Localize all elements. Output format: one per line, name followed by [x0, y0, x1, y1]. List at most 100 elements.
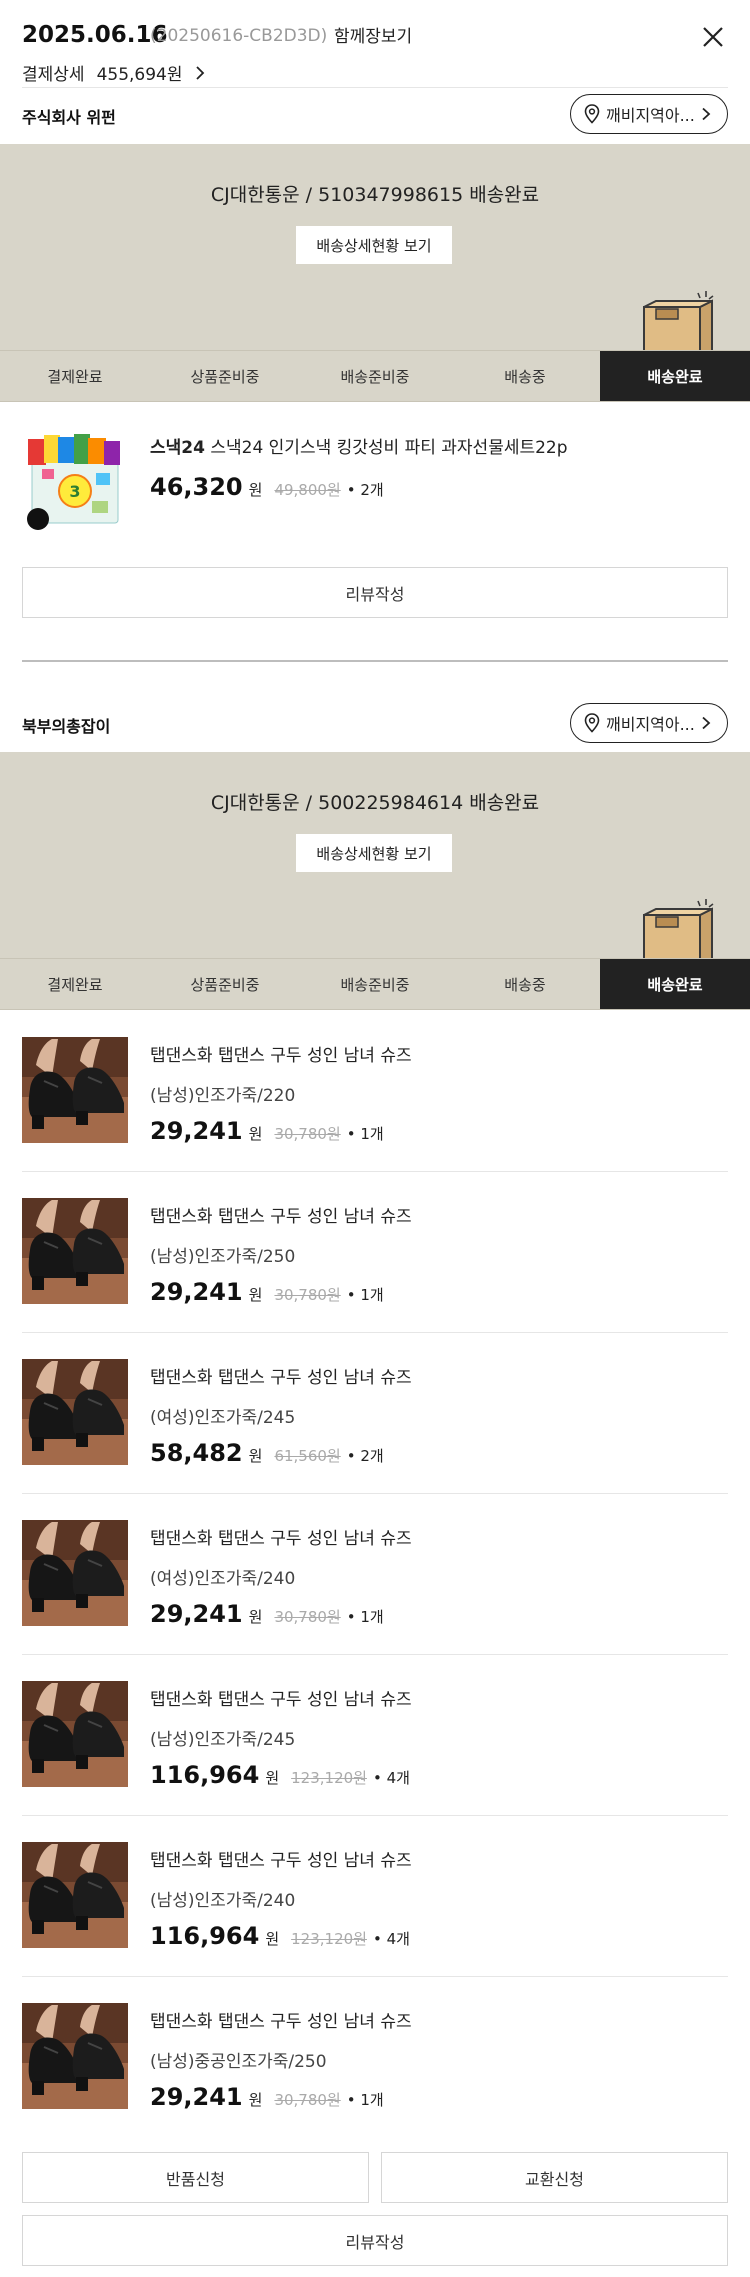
price-unit: 원: [248, 1286, 263, 1304]
product-price: 58,482 원 61,560원 • 2개: [150, 1439, 384, 1467]
product-brand: 스낵24: [150, 438, 205, 458]
product-price: 29,241 원 30,780원 • 1개: [150, 1117, 384, 1145]
close-icon[interactable]: [700, 24, 726, 50]
product-name: 탭댄스화 탭댄스 구두 성인 남녀 슈즈: [150, 1690, 412, 1710]
quantity: • 4개: [372, 1769, 410, 1787]
product-name: 탭댄스화 탭댄스 구두 성인 남녀 슈즈: [150, 1207, 412, 1227]
product-price: 46,320 원 49,800원 • 2개: [150, 473, 384, 501]
group-divider: [22, 660, 728, 662]
seller-name: 주식회사 위펀: [22, 108, 116, 127]
product-name: 탭댄스화 탭댄스 구두 성인 남녀 슈즈: [150, 2012, 412, 2032]
quantity: • 1개: [346, 1125, 384, 1143]
tab-delivered: 배송완료: [600, 351, 750, 401]
delivery-box-icon: [643, 899, 714, 959]
product-option: (남성)인조가죽/220: [150, 1086, 296, 1106]
chevron-right-icon: [195, 65, 204, 80]
price-value: 29,241: [150, 1600, 243, 1628]
delivery-region-button[interactable]: 깨비지역아...: [570, 94, 728, 134]
write-review-button[interactable]: 리뷰작성: [22, 567, 728, 618]
product-option: (여성)인조가죽/245: [150, 1408, 296, 1428]
payment-amount: 455,694원: [96, 65, 183, 85]
header-divider: [22, 87, 728, 88]
order-item[interactable]: 탭댄스화 탭댄스 구두 성인 남녀 슈즈 (남성)인조가죽/240 116,964 원…: [0, 1816, 750, 1977]
tab-payment-complete: 결제완료: [47, 367, 103, 386]
seller-name: 북부의총잡이: [22, 717, 111, 736]
product-title: 스낵24 인기스낵 킹갓성비 파티 과자선물세트22p: [210, 438, 568, 458]
price-value: 46,320: [150, 473, 243, 501]
order-item[interactable]: 3 스낵24 스낵24 인기스낵 킹갓성비 파티 과자선물세트22p 46,32…: [0, 403, 750, 564]
tracking-detail-button[interactable]: 배송상세현황 보기: [296, 226, 452, 264]
seller-row: 북부의총잡이 깨비지역아...: [0, 701, 750, 749]
price-value: 116,964: [150, 1922, 260, 1950]
order-date: 2025.06.16: [22, 22, 168, 48]
order-code: (20250616-CB2D3D): [150, 26, 328, 46]
product-name: 탭댄스화 탭댄스 구두 성인 남녀 슈즈: [150, 1368, 412, 1388]
price-unit: 원: [248, 2091, 263, 2109]
product-price: 29,241 원 30,780원 • 1개: [150, 1600, 384, 1628]
original-price: 123,120원: [291, 1769, 367, 1787]
product-name: 스낵24 스낵24 인기스낵 킹갓성비 파티 과자선물세트22p: [150, 433, 568, 458]
product-thumbnail: [22, 1359, 128, 1465]
price-unit: 원: [248, 481, 263, 499]
location-pin-icon: [584, 104, 600, 124]
order-item[interactable]: 탭댄스화 탭댄스 구두 성인 남녀 슈즈 (남성)인조가죽/250 29,241 원 3…: [0, 1172, 750, 1333]
product-option: (남성)인조가죽/245: [150, 1730, 296, 1750]
product-thumbnail: [22, 1198, 128, 1304]
svg-text:3: 3: [69, 482, 80, 501]
delivery-box-icon: [643, 291, 714, 351]
original-price: 49,800원: [274, 481, 341, 499]
price-unit: 원: [265, 1769, 280, 1787]
product-price: 29,241 원 30,780원 • 1개: [150, 1278, 384, 1306]
quantity: • 2개: [346, 1447, 384, 1465]
product-price: 116,964 원 123,120원 • 4개: [150, 1761, 410, 1789]
seller-row: 주식회사 위펀 깨비지역아...: [0, 92, 750, 140]
exchange-request-button[interactable]: 교환신청: [381, 2152, 728, 2203]
chevron-right-icon: [702, 716, 711, 730]
product-thumbnail: [22, 1842, 128, 1948]
original-price: 30,780원: [274, 1286, 341, 1304]
original-price: 123,120원: [291, 1930, 367, 1948]
product-option: (남성)인조가죽/250: [150, 1247, 296, 1267]
order-item[interactable]: 탭댄스화 탭댄스 구두 성인 남녀 슈즈 (여성)인조가죽/240 29,241 원 3…: [0, 1494, 750, 1655]
payment-detail-link[interactable]: 결제상세 455,694원: [22, 60, 207, 85]
price-value: 29,241: [150, 1278, 243, 1306]
tab-preparing-product: 상품준비중: [190, 975, 260, 994]
order-item[interactable]: 탭댄스화 탭댄스 구두 성인 남녀 슈즈 (남성)인조가죽/220 29,241 원 3…: [0, 1011, 750, 1172]
product-price: 116,964 원 123,120원 • 4개: [150, 1922, 410, 1950]
price-unit: 원: [248, 1608, 263, 1626]
quantity: • 1개: [346, 1608, 384, 1626]
product-name: 탭댄스화 탭댄스 구두 성인 남녀 슈즈: [150, 1529, 412, 1549]
tab-preparing-product: 상품준비중: [190, 367, 260, 386]
location-pin-icon: [584, 713, 600, 733]
price-value: 116,964: [150, 1761, 260, 1789]
order-item[interactable]: 탭댄스화 탭댄스 구두 성인 남녀 슈즈 (여성)인조가죽/245 58,482 원 6…: [0, 1333, 750, 1494]
product-option: (남성)중공인조가죽/250: [150, 2052, 327, 2072]
quantity: • 4개: [372, 1930, 410, 1948]
delivery-region-button[interactable]: 깨비지역아...: [570, 703, 728, 743]
price-unit: 원: [265, 1930, 280, 1948]
payment-label: 결제상세: [22, 65, 85, 85]
price-value: 29,241: [150, 2083, 243, 2111]
order-item[interactable]: 탭댄스화 탭댄스 구두 성인 남녀 슈즈 (남성)중공인조가죽/250 29,241…: [0, 1977, 750, 2138]
order-item[interactable]: 탭댄스화 탭댄스 구두 성인 남녀 슈즈 (남성)인조가죽/245 116,964 원…: [0, 1655, 750, 1816]
product-thumbnail: [22, 1681, 128, 1787]
price-unit: 원: [248, 1125, 263, 1143]
product-thumbnail: [22, 1037, 128, 1143]
region-label: 깨비지역아...: [606, 715, 695, 734]
delivery-status-banner: CJ대한통운 / 510347998615 배송완료 배송상세현황 보기: [0, 144, 750, 351]
return-request-button[interactable]: 반품신청: [22, 2152, 369, 2203]
region-label: 깨비지역아...: [606, 106, 695, 125]
view-together-link[interactable]: 함께장보기: [334, 22, 412, 47]
delivery-status-banner: CJ대한통운 / 500225984614 배송완료 배송상세현황 보기: [0, 752, 750, 959]
tracking-detail-button[interactable]: 배송상세현황 보기: [296, 834, 452, 872]
chevron-right-icon: [702, 107, 711, 121]
write-review-button[interactable]: 리뷰작성: [22, 2215, 728, 2266]
quantity: • 1개: [346, 2091, 384, 2109]
product-option: (여성)인조가죽/240: [150, 1569, 296, 1589]
tab-preparing-shipment: 배송준비중: [340, 367, 410, 386]
product-thumbnail: 3: [22, 429, 128, 535]
quantity: • 2개: [346, 481, 384, 499]
quantity: • 1개: [346, 1286, 384, 1304]
delivery-status-tabs: 결제완료 상품준비중 배송준비중 배송중 배송완료: [0, 350, 750, 402]
product-option: (남성)인조가죽/240: [150, 1891, 296, 1911]
